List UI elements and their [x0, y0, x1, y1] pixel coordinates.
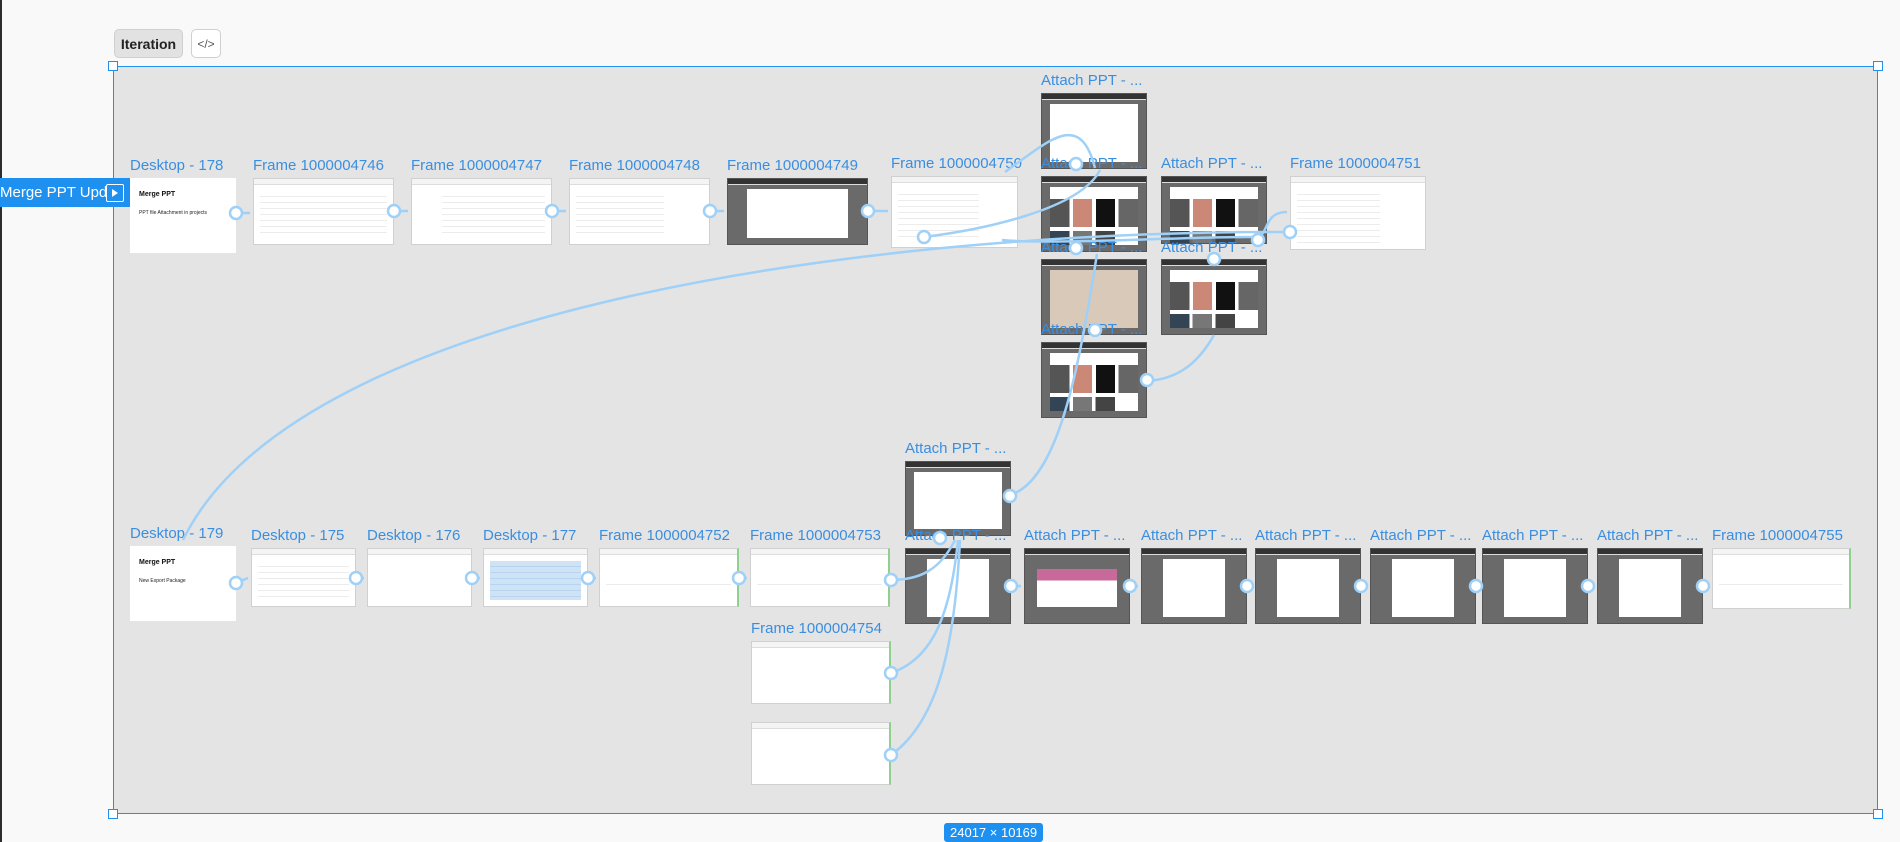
frame-attach-ppt[interactable] — [1482, 548, 1588, 624]
frame-label[interactable]: Attach PPT - ... — [1370, 527, 1471, 544]
play-frame-icon[interactable] — [106, 183, 124, 202]
frame-attach-ppt[interactable] — [1041, 342, 1147, 418]
frame-1000004755[interactable] — [1712, 548, 1851, 609]
frame-title: Merge PPT — [139, 559, 176, 566]
frame-desktop-179[interactable]: Merge PPT New Export Package — [130, 546, 236, 621]
frame-label[interactable]: Frame 1000004750 — [891, 155, 1022, 172]
frame-label[interactable]: Frame 1000004751 — [1290, 155, 1421, 172]
frame-1000004746[interactable] — [253, 178, 394, 245]
frame-title: Merge PPT — [139, 191, 176, 198]
frame-1000004754[interactable] — [751, 641, 891, 704]
frame-label[interactable]: Frame 1000004746 — [253, 157, 384, 174]
frame-attach-ppt[interactable] — [1141, 548, 1247, 624]
resize-handle-top-right[interactable] — [1873, 61, 1883, 71]
frame-label[interactable]: Attach PPT - ... — [1597, 527, 1698, 544]
frame-label[interactable]: Desktop - 175 — [251, 527, 344, 544]
iteration-button[interactable]: Iteration — [114, 29, 183, 58]
frame-label[interactable]: Frame 1000004748 — [569, 157, 700, 174]
frame-desktop-175[interactable] — [251, 548, 356, 607]
resize-handle-top-left[interactable] — [108, 61, 118, 71]
resize-handle-bottom-left[interactable] — [108, 809, 118, 819]
frame-label[interactable]: Desktop - 176 — [367, 527, 460, 544]
frame-label[interactable]: Attach PPT - ... — [1024, 527, 1125, 544]
frame-attach-ppt[interactable] — [905, 548, 1011, 624]
frame-attach-ppt[interactable] — [1024, 548, 1130, 624]
frame-label[interactable]: Attach PPT - ... — [1255, 527, 1356, 544]
frame-attach-ppt[interactable] — [1255, 548, 1361, 624]
frame-subtitle: New Export Package — [139, 578, 186, 584]
frame-label[interactable]: Attach PPT - ... — [1161, 155, 1262, 172]
frame-label[interactable]: Attach PPT - ... — [905, 527, 1006, 544]
flow-starting-point[interactable]: Merge PPT Upd... — [0, 178, 130, 207]
frame-label[interactable]: Attach PPT - ... — [1041, 72, 1142, 89]
frame-attach-ppt[interactable] — [1161, 259, 1267, 335]
frame-1000004748[interactable] — [569, 178, 710, 245]
frame-label[interactable]: Attach PPT - ... — [1141, 527, 1242, 544]
frame-label[interactable]: Desktop - 179 — [130, 525, 223, 542]
frame-label[interactable]: Frame 1000004753 — [750, 527, 881, 544]
frame-label[interactable]: Attach PPT - ... — [905, 440, 1006, 457]
dimension-badge: 24017 × 10169 — [944, 823, 1044, 842]
frame-1000004749[interactable] — [727, 178, 868, 245]
frame-label[interactable]: Frame 1000004749 — [727, 157, 858, 174]
frame-label[interactable]: Frame 1000004747 — [411, 157, 542, 174]
frame-desktop-178[interactable]: Merge PPT PPT file Attachment in project… — [130, 178, 236, 253]
frame-attach-ppt[interactable] — [905, 461, 1011, 536]
frame-1000004747[interactable] — [411, 178, 552, 245]
frame-label[interactable]: Attach PPT - ... — [1482, 527, 1583, 544]
frame-label[interactable]: Desktop - 178 — [130, 157, 223, 174]
frame-label[interactable]: Desktop - 177 — [483, 527, 576, 544]
frame-1000004754-variant[interactable] — [751, 722, 891, 785]
frame-label[interactable]: Attach PPT - ... — [1041, 321, 1142, 338]
frame-label[interactable]: Attach PPT - ... — [1041, 239, 1142, 256]
frame-1000004752[interactable] — [599, 548, 739, 607]
frame-desktop-176[interactable] — [367, 548, 472, 607]
frame-desktop-177[interactable] — [483, 548, 588, 607]
frame-attach-ppt[interactable] — [1597, 548, 1703, 624]
frame-label[interactable]: Frame 1000004755 — [1712, 527, 1843, 544]
flow-name: Merge PPT Upd... — [0, 184, 106, 201]
resize-handle-bottom-right[interactable] — [1873, 809, 1883, 819]
window-edge — [0, 0, 2, 842]
frame-1000004750[interactable] — [891, 176, 1018, 248]
frame-label[interactable]: Attach PPT - ... — [1041, 155, 1142, 172]
frame-label[interactable]: Attach PPT - ... — [1161, 239, 1262, 256]
frame-attach-ppt[interactable] — [1161, 176, 1267, 244]
frame-1000004751[interactable] — [1290, 176, 1426, 250]
code-view-button[interactable]: </> — [191, 29, 221, 58]
frame-label[interactable]: Frame 1000004754 — [751, 620, 882, 637]
frame-1000004753[interactable] — [750, 548, 890, 607]
code-icon: </> — [197, 36, 215, 51]
frame-label[interactable]: Frame 1000004752 — [599, 527, 730, 544]
frame-attach-ppt[interactable] — [1370, 548, 1476, 624]
frame-subtitle: PPT file Attachment in projects — [139, 210, 207, 216]
